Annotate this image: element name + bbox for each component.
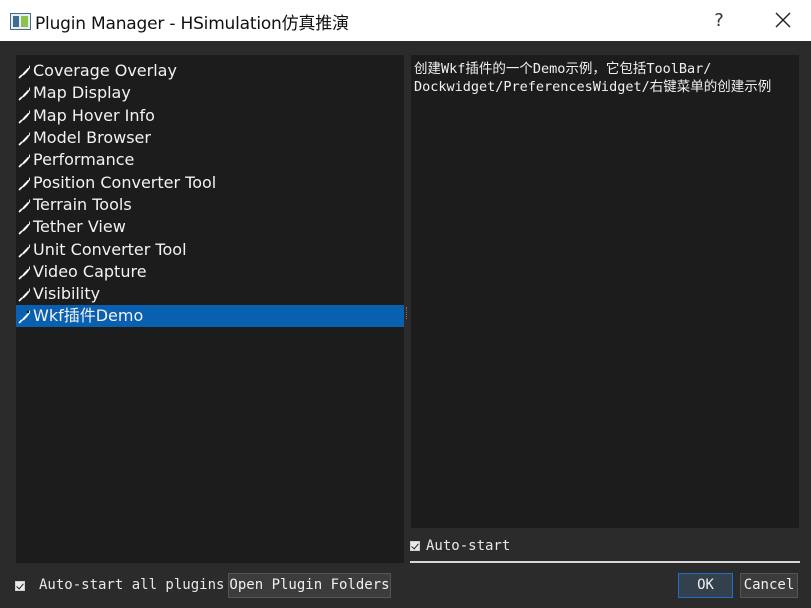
splitter-handle[interactable] — [406, 307, 408, 319]
plugin-label: Wkf插件Demo — [33, 306, 144, 325]
plugin-label: Terrain Tools — [33, 195, 132, 214]
close-icon — [775, 12, 791, 28]
plugin-item-terrain-tools[interactable]: Terrain Tools — [16, 194, 404, 216]
app-icon — [10, 13, 31, 30]
plugin-item-coverage-overlay[interactable]: Coverage Overlay — [16, 60, 404, 82]
plugin-list[interactable]: Coverage Overlay Map Display Map Hover I… — [16, 55, 404, 563]
plugin-label: Position Converter Tool — [33, 173, 217, 192]
title-bar: Plugin Manager - HSimulation仿真推演 ? — [0, 0, 811, 41]
plug-icon — [18, 175, 32, 191]
plugin-item-model-browser[interactable]: Model Browser — [16, 127, 404, 149]
plug-icon — [18, 108, 32, 124]
plug-icon — [18, 242, 32, 258]
plugin-item-position-converter-tool[interactable]: Position Converter Tool — [16, 172, 404, 194]
description-line: 创建Wkf插件的一个Demo示例，它包括ToolBar/ — [414, 61, 712, 77]
window-title: Plugin Manager - HSimulation仿真推演 — [35, 14, 349, 34]
autostart-all-checkbox[interactable] — [15, 581, 25, 591]
plug-icon — [18, 286, 32, 302]
plugin-label: Map Display — [33, 83, 131, 102]
open-plugin-folders-button[interactable]: Open Plugin Folders — [228, 573, 391, 598]
plugin-description: 创建Wkf插件的一个Demo示例，它包括ToolBar/ Dockwidget/… — [411, 55, 799, 528]
plug-icon — [18, 85, 32, 101]
plugin-label: Tether View — [33, 217, 126, 236]
close-button[interactable] — [765, 7, 801, 35]
plugin-label: Performance — [33, 150, 135, 169]
plug-icon — [18, 264, 32, 280]
plugin-label: Unit Converter Tool — [33, 240, 187, 259]
description-line: Dockwidget/PreferencesWidget/右键菜单的创建示例 — [414, 79, 772, 95]
plugin-item-video-capture[interactable]: Video Capture — [16, 261, 404, 283]
plug-icon — [18, 130, 32, 146]
plugin-item-map-hover-info[interactable]: Map Hover Info — [16, 105, 404, 127]
plug-icon — [18, 197, 32, 213]
plugin-item-tether-view[interactable]: Tether View — [16, 216, 404, 238]
plugin-label: Visibility — [33, 284, 101, 303]
plugin-label: Coverage Overlay — [33, 61, 177, 80]
help-button[interactable]: ? — [707, 8, 731, 34]
cancel-button[interactable]: Cancel — [740, 573, 798, 598]
dialog-body: Coverage Overlay Map Display Map Hover I… — [0, 41, 811, 608]
plugin-label: Map Hover Info — [33, 106, 155, 125]
autostart-all-label: Auto-start all plugins — [39, 577, 225, 593]
plugin-item-unit-converter-tool[interactable]: Unit Converter Tool — [16, 239, 404, 261]
plug-icon — [18, 308, 32, 324]
plug-icon — [18, 63, 32, 79]
ok-button[interactable]: OK — [678, 573, 733, 598]
plugin-label: Model Browser — [33, 128, 151, 147]
plugin-label: Video Capture — [33, 262, 147, 281]
plugin-item-wkf-demo[interactable]: Wkf插件Demo — [16, 305, 404, 327]
plugin-autostart-row: Auto-start — [410, 535, 800, 563]
plugin-item-map-display[interactable]: Map Display — [16, 82, 404, 104]
plug-icon — [18, 219, 32, 235]
plugin-item-performance[interactable]: Performance — [16, 149, 404, 171]
plugin-item-visibility[interactable]: Visibility — [16, 283, 404, 305]
plugin-autostart-checkbox[interactable] — [410, 541, 420, 551]
plug-icon — [18, 152, 32, 168]
plugin-autostart-label: Auto-start — [426, 538, 511, 554]
